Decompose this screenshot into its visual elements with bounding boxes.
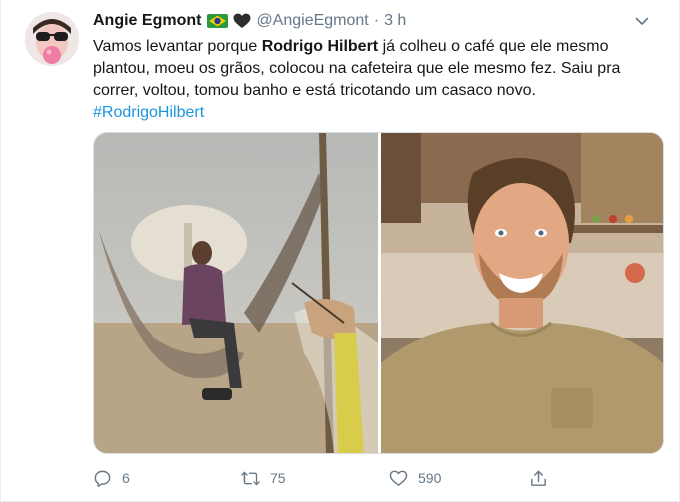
avatar[interactable]: [25, 12, 79, 66]
chevron-down-icon[interactable]: [633, 12, 651, 30]
author-handle[interactable]: @AngieEgmont: [256, 12, 368, 30]
black-heart-icon: [233, 13, 251, 29]
like-button[interactable]: 590: [389, 469, 529, 488]
tweet-text-bold-name: Rodrigo Hilbert: [261, 38, 379, 55]
reply-count: 6: [122, 470, 130, 486]
retweet-button[interactable]: 75: [241, 469, 389, 488]
media-grid: [93, 132, 664, 454]
hashtag-link[interactable]: #RodrigoHilbert: [93, 104, 204, 121]
retweet-count: 75: [270, 470, 286, 486]
heart-icon: [389, 470, 408, 486]
tweet-card[interactable]: Angie Egmont @AngieEgmont · 3 h Vamos le…: [0, 0, 680, 502]
reply-button[interactable]: 6: [93, 469, 241, 488]
media-photo-hammock[interactable]: [94, 133, 378, 453]
retweet-icon: [241, 471, 260, 485]
tweet-header: Angie Egmont @AngieEgmont · 3 h: [93, 10, 659, 32]
tweet-text-part1: Vamos levantar porque: [93, 38, 262, 55]
share-button[interactable]: [529, 469, 558, 488]
author-display-name[interactable]: Angie Egmont: [93, 12, 201, 30]
like-count: 590: [418, 470, 442, 486]
share-icon: [531, 470, 546, 486]
tweet-timestamp[interactable]: 3 h: [384, 12, 406, 30]
tweet-text: Vamos levantar porque Rodrigo Hilbert já…: [93, 36, 663, 124]
media-photo-portrait[interactable]: [381, 133, 663, 453]
brazil-flag-icon: [207, 14, 229, 28]
reply-icon: [94, 470, 111, 487]
tweet-actions: 6 75 590: [93, 466, 573, 490]
header-separator: ·: [373, 12, 380, 29]
